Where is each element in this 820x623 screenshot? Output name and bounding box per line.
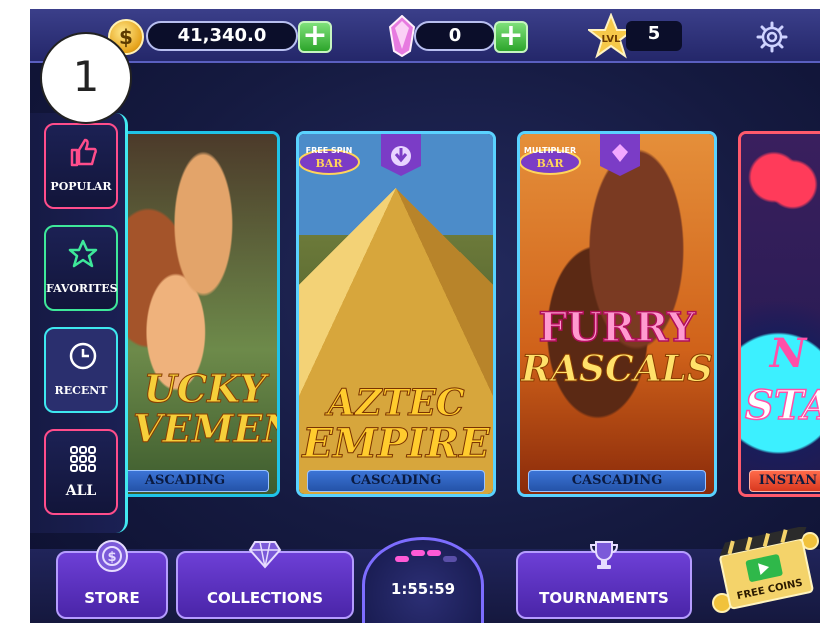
collections-label: COLLECTIONS bbox=[206, 589, 324, 607]
gem-icon bbox=[388, 15, 416, 57]
tournaments-label: TOURNAMENTS bbox=[539, 589, 669, 607]
sidebar-item-label: ALL bbox=[65, 483, 97, 499]
buy-gems-button[interactable]: + bbox=[494, 21, 528, 53]
star-outline-icon bbox=[68, 239, 98, 268]
grid-icon bbox=[70, 446, 96, 472]
game-title-line2: STA bbox=[744, 381, 820, 430]
top-bar: $ 41,340.0 + 0 + LVL 5 bbox=[30, 9, 820, 63]
multiplier-bar-badge: MULTIPLIER BAR bbox=[520, 146, 581, 175]
settings-gear-icon[interactable] bbox=[756, 21, 788, 53]
game-type-tag: CASCADING bbox=[307, 470, 485, 492]
game-type-tag: CASCADING bbox=[528, 470, 706, 492]
game-title-line1: FURRY bbox=[538, 303, 697, 352]
trophy-icon bbox=[589, 541, 619, 569]
svg-text:FREE SPIN: FREE SPIN bbox=[306, 146, 353, 155]
collections-button[interactable]: COLLECTIONS bbox=[176, 541, 354, 619]
store-label: STORE bbox=[84, 589, 140, 607]
buy-coins-button[interactable]: + bbox=[298, 21, 332, 53]
coin-balance: 41,340.0 bbox=[146, 21, 298, 51]
sidebar-item-popular[interactable]: POPULAR bbox=[44, 123, 118, 209]
game-title-line2: RASCALS bbox=[521, 348, 714, 391]
coin-store-icon: $ bbox=[96, 540, 128, 572]
game-title-line1: AZTEC bbox=[327, 382, 465, 425]
svg-text:$: $ bbox=[107, 550, 116, 565]
step-number-badge: 1 bbox=[40, 32, 132, 124]
clock-icon bbox=[69, 342, 97, 370]
sidebar-item-label: RECENT bbox=[54, 384, 108, 397]
game-card-neon-stars[interactable]: N STA INSTAN bbox=[738, 131, 820, 497]
diamond-icon bbox=[248, 541, 282, 569]
gem-ribbon-icon bbox=[600, 134, 640, 176]
svg-text:BAR: BAR bbox=[537, 157, 565, 170]
game-art-neon-cherries bbox=[741, 134, 820, 494]
timer-countdown: 1:55:59 bbox=[390, 580, 456, 598]
category-sidebar: POPULAR FAVORITES RECENT ALL bbox=[30, 113, 128, 533]
gem-balance: 0 bbox=[414, 21, 496, 51]
progress-dots-icon bbox=[395, 550, 457, 562]
store-button[interactable]: $ STORE bbox=[56, 540, 168, 619]
sidebar-item-favorites[interactable]: FAVORITES bbox=[44, 225, 118, 311]
svg-text:BAR: BAR bbox=[316, 157, 344, 170]
sidebar-item-label: POPULAR bbox=[50, 180, 112, 193]
game-card-furry-rascals[interactable]: MULTIPLIER BAR FURRY RASCALS CASCADING bbox=[517, 131, 717, 497]
svg-text:MULTIPLIER: MULTIPLIER bbox=[524, 146, 576, 155]
game-lobby-screen: $ 41,340.0 + 0 + LVL 5 UCKY VEME ASCADIN… bbox=[30, 9, 820, 623]
sidebar-item-all[interactable]: ALL bbox=[44, 429, 118, 515]
sidebar-item-label: FAVORITES bbox=[46, 282, 118, 295]
game-title-line2: EMPIRE bbox=[302, 420, 490, 468]
thumbs-up-icon bbox=[70, 138, 97, 167]
game-card-aztec-empire[interactable]: FREE SPIN BAR AZTEC EMPIRE CASCADING bbox=[296, 131, 496, 497]
game-type-tag: INSTAN bbox=[749, 470, 820, 492]
bonus-timer[interactable]: 1:55:59 bbox=[362, 537, 484, 623]
sidebar-item-recent[interactable]: RECENT bbox=[44, 327, 118, 413]
free-spin-bar-badge: FREE SPIN BAR bbox=[299, 146, 360, 175]
free-coins-button[interactable]: FREE COINS bbox=[710, 527, 820, 613]
game-title-line1: N bbox=[769, 330, 807, 377]
level-label: LVL bbox=[601, 34, 621, 45]
download-ribbon-icon[interactable] bbox=[381, 131, 421, 176]
level-value: 5 bbox=[626, 21, 682, 51]
tournaments-button[interactable]: TOURNAMENTS bbox=[516, 541, 692, 619]
